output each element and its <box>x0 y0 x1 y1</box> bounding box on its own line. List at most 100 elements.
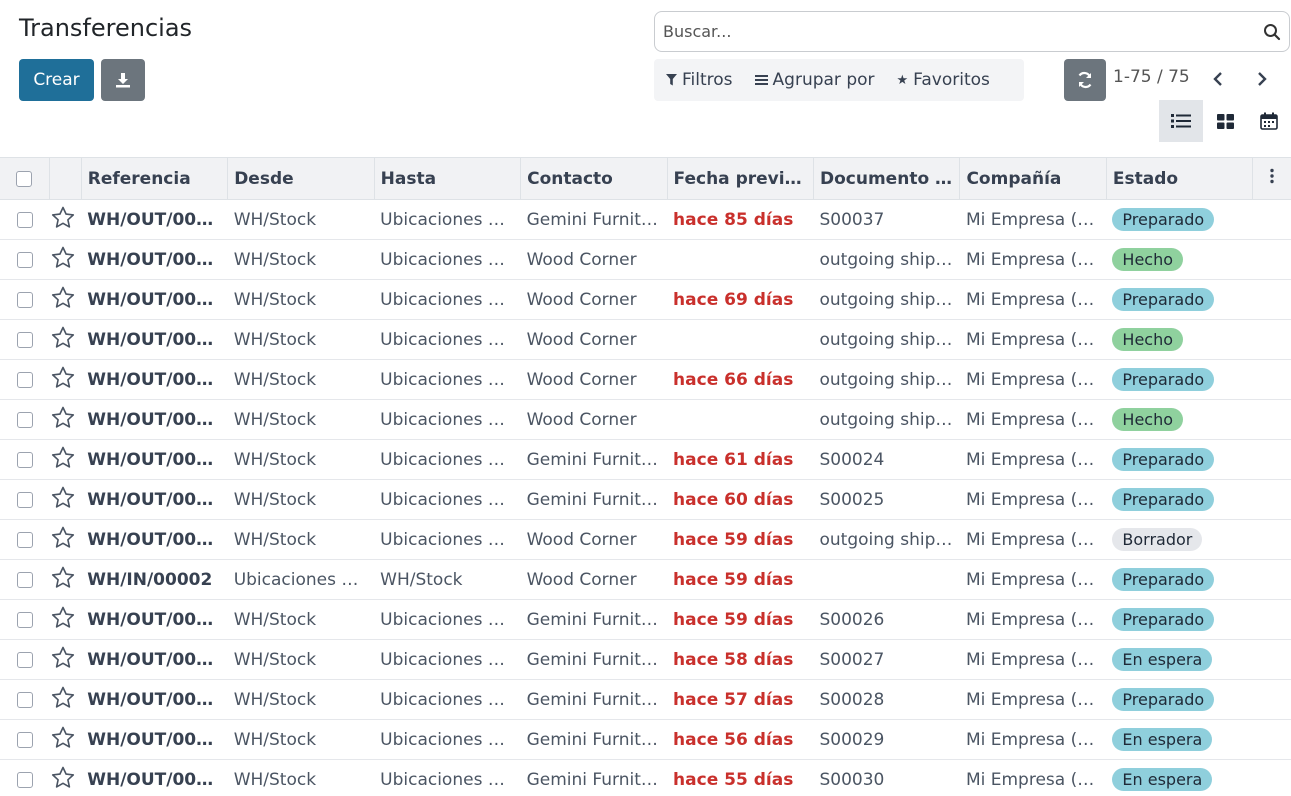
cell-estado: Hecho <box>1106 319 1253 360</box>
cell-documento-origen: outgoing ship… <box>813 239 960 280</box>
cell-hasta: Ubicaciones … <box>374 279 521 320</box>
table-row[interactable]: WH/OUT/000… WH/Stock Ubicaciones … Gemini F… <box>0 439 1291 480</box>
search-input[interactable] <box>663 22 1263 41</box>
column-header-hasta[interactable]: Hasta <box>374 157 522 200</box>
row-favorite-cell <box>49 199 82 240</box>
kanban-icon <box>1216 113 1234 129</box>
row-checkbox[interactable] <box>16 491 33 508</box>
status-badge: En espera <box>1112 648 1213 671</box>
filters-button[interactable]: Filtros <box>666 70 733 90</box>
row-checkbox[interactable] <box>16 411 33 428</box>
star-outline-icon[interactable] <box>51 486 75 508</box>
table-row[interactable]: WH/OUT/000… WH/Stock Ubicaciones … Wood Cor… <box>0 519 1291 560</box>
table-row[interactable]: WH/OUT/000… WH/Stock Ubicaciones … Gemini F… <box>0 479 1291 520</box>
star-outline-icon[interactable] <box>51 246 75 268</box>
column-header-fecha-prevista[interactable]: Fecha previst… <box>667 157 815 200</box>
table-row[interactable]: WH/OUT/000… WH/Stock Ubicaciones … Wood Cor… <box>0 319 1291 360</box>
star-outline-icon[interactable] <box>51 446 75 468</box>
filter-icon <box>666 74 677 86</box>
export-button[interactable] <box>101 59 145 101</box>
row-checkbox[interactable] <box>16 691 33 708</box>
table-row[interactable]: WH/OUT/000… WH/Stock Ubicaciones … Gemini F… <box>0 199 1291 240</box>
create-button[interactable]: Crear <box>19 59 94 101</box>
pager-next-button[interactable] <box>1251 67 1273 91</box>
cell-desde: WH/Stock <box>227 519 375 560</box>
star-outline-icon[interactable] <box>51 326 75 348</box>
status-badge: En espera <box>1112 768 1213 791</box>
cell-contacto: Wood Corner <box>520 319 668 360</box>
star-outline-icon[interactable] <box>51 406 75 428</box>
cell-documento-origen: S00026 <box>813 599 960 640</box>
row-checkbox[interactable] <box>16 571 33 588</box>
cell-referencia: WH/OUT/000… <box>81 439 228 480</box>
cell-hasta: Ubicaciones … <box>374 359 521 400</box>
cell-hasta: Ubicaciones … <box>374 479 521 520</box>
cell-estado: Preparado <box>1106 559 1253 600</box>
pager-value[interactable]: 1-75 / 75 <box>1113 67 1190 87</box>
search-icon[interactable] <box>1263 23 1281 41</box>
status-badge: Preparado <box>1112 488 1215 511</box>
row-checkbox[interactable] <box>16 331 33 348</box>
calendar-view-button[interactable] <box>1247 100 1291 142</box>
star-outline-icon[interactable] <box>51 526 75 548</box>
row-checkbox[interactable] <box>16 371 33 388</box>
favorites-button[interactable]: ★ Favoritos <box>897 70 990 90</box>
table-row[interactable]: WH/OUT/000… WH/Stock Ubicaciones … Gemini F… <box>0 599 1291 640</box>
column-header-estado[interactable]: Estado <box>1106 157 1254 200</box>
cell-hasta: Ubicaciones … <box>374 439 521 480</box>
table-row[interactable]: WH/IN/00002 Ubicaciones … WH/Stock Wood Cor… <box>0 559 1291 600</box>
table-row[interactable]: WH/OUT/00017 WH/Stock Ubicaciones … Gemini … <box>0 639 1291 680</box>
kanban-view-button[interactable] <box>1203 100 1247 142</box>
cell-referencia: WH/OUT/000… <box>81 279 228 320</box>
cell-hasta: Ubicaciones … <box>374 319 521 360</box>
cell-fecha-prevista: hace 59 días <box>667 559 814 600</box>
table-row[interactable]: WH/OUT/000… WH/Stock Ubicaciones … Wood Cor… <box>0 359 1291 400</box>
column-header-desde[interactable]: Desde <box>227 157 375 200</box>
star-outline-icon[interactable] <box>51 686 75 708</box>
column-header-referencia[interactable]: Referencia <box>81 157 229 200</box>
star-outline-icon[interactable] <box>51 366 75 388</box>
table-row[interactable]: WH/OUT/000… WH/Stock Ubicaciones … Wood Cor… <box>0 239 1291 280</box>
cell-desde: WH/Stock <box>227 599 375 640</box>
pager-previous-button[interactable] <box>1207 67 1229 91</box>
cell-fecha-prevista <box>667 399 814 440</box>
row-checkbox[interactable] <box>16 451 33 468</box>
status-badge: En espera <box>1112 728 1213 751</box>
cell-compania: Mi Empresa (… <box>959 319 1107 360</box>
star-outline-icon[interactable] <box>51 286 75 308</box>
table-row[interactable]: WH/OUT/000… WH/Stock Ubicaciones … Wood Cor… <box>0 279 1291 320</box>
cell-estado: Preparado <box>1106 599 1253 640</box>
row-checkbox[interactable] <box>16 251 33 268</box>
refresh-button[interactable] <box>1064 59 1106 101</box>
cell-documento-origen: S00024 <box>813 439 960 480</box>
cell-desde: WH/Stock <box>227 399 375 440</box>
group-by-button[interactable]: Agrupar por <box>754 70 875 90</box>
list-view-button[interactable] <box>1159 100 1203 142</box>
star-outline-icon[interactable] <box>51 606 75 628</box>
row-checkbox[interactable] <box>16 531 33 548</box>
star-outline-icon[interactable] <box>51 646 75 668</box>
table-row[interactable]: WH/OUT/000… WH/Stock Ubicaciones … Wood Cor… <box>0 399 1291 440</box>
cell-compania: Mi Empresa (… <box>959 199 1107 240</box>
cell-contacto: Wood Corner <box>520 399 668 440</box>
table-row[interactable]: WH/OUT/000… WH/Stock Ubicaciones … Gemini F… <box>0 759 1291 796</box>
star-outline-icon[interactable] <box>51 766 75 788</box>
row-checkbox[interactable] <box>16 731 33 748</box>
star-outline-icon[interactable] <box>51 726 75 748</box>
optional-columns-toggle[interactable] <box>1252 157 1291 200</box>
table-row[interactable]: WH/OUT/000… WH/Stock Ubicaciones … Gemini F… <box>0 719 1291 760</box>
column-header-compania[interactable]: Compañía <box>959 157 1107 200</box>
row-checkbox[interactable] <box>16 651 33 668</box>
row-filler-cell <box>1252 199 1291 240</box>
row-select-cell <box>0 439 50 480</box>
select-all-checkbox[interactable] <box>16 170 33 187</box>
row-checkbox[interactable] <box>16 211 33 228</box>
star-outline-icon[interactable] <box>51 566 75 588</box>
star-outline-icon[interactable] <box>51 206 75 228</box>
row-checkbox[interactable] <box>16 771 33 788</box>
row-checkbox[interactable] <box>16 611 33 628</box>
table-row[interactable]: WH/OUT/000… WH/Stock Ubicaciones … Gemini F… <box>0 679 1291 720</box>
row-checkbox[interactable] <box>16 291 33 308</box>
column-header-documento-origen[interactable]: Documento o… <box>813 157 961 200</box>
column-header-contacto[interactable]: Contacto <box>520 157 668 200</box>
